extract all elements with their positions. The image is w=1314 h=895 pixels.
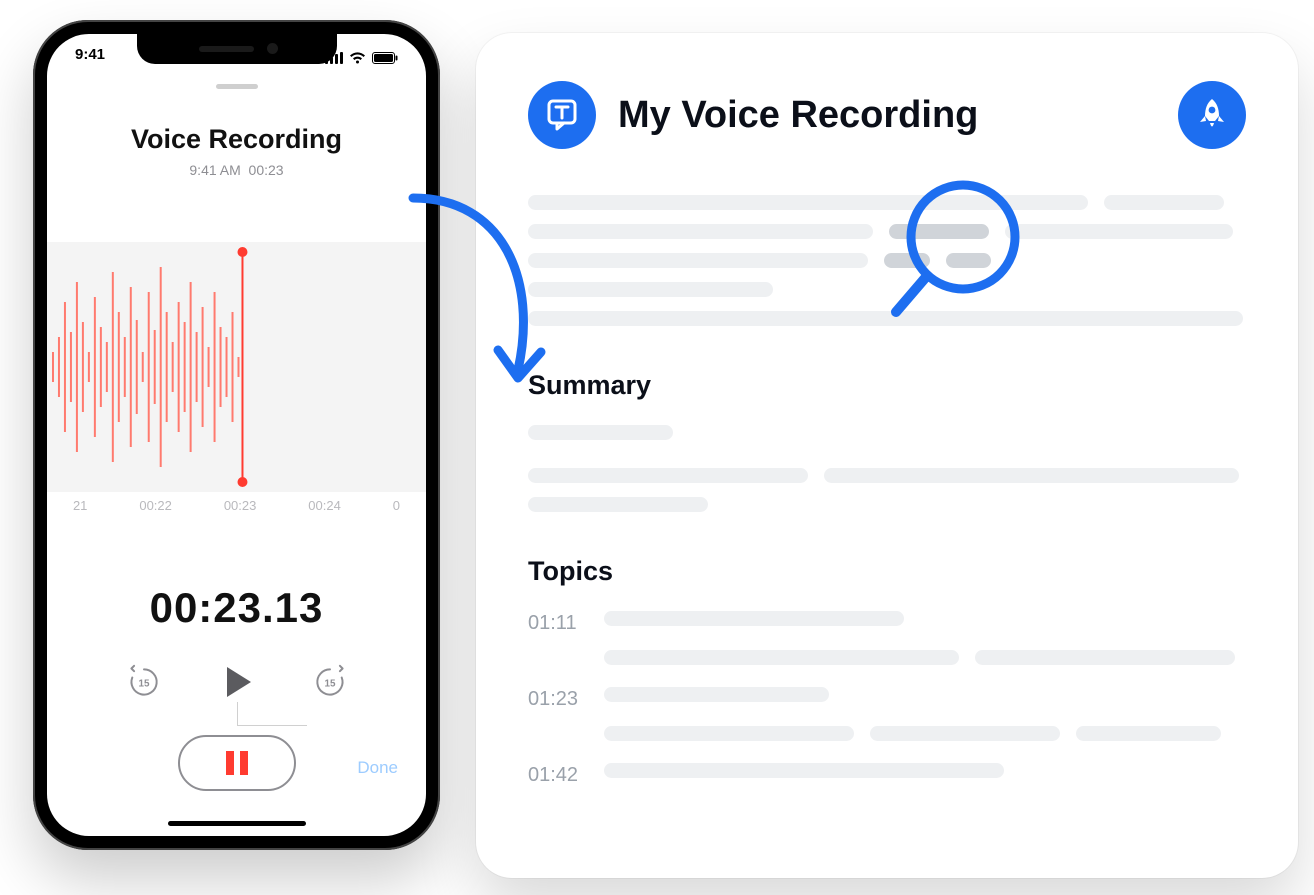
waveform-graphic <box>47 242 426 492</box>
card-title: My Voice Recording <box>618 94 1156 137</box>
divider <box>237 725 307 726</box>
topic-row[interactable]: 01:11 <box>528 611 1246 665</box>
phone-mockup: 9:41 Voice Recording 9:41 AM 00:23 <box>33 20 440 850</box>
summary-placeholder <box>528 425 1246 512</box>
topic-placeholder <box>604 763 1246 778</box>
divider <box>237 702 238 726</box>
recording-title: Voice Recording <box>47 124 426 155</box>
topic-timestamp: 01:23 <box>528 687 582 711</box>
app-logo-icon <box>528 81 596 149</box>
topic-row[interactable]: 01:42 <box>528 763 1246 787</box>
summary-heading: Summary <box>528 370 1246 401</box>
transport-controls: 15 15 <box>47 662 426 702</box>
transcript-preview <box>528 195 1246 326</box>
svg-text:15: 15 <box>138 679 149 690</box>
waveform-area[interactable] <box>47 242 426 492</box>
topic-row[interactable]: 01:23 <box>528 687 1246 741</box>
skip-back-15-button[interactable]: 15 <box>126 664 162 700</box>
play-button[interactable] <box>217 662 257 702</box>
pause-button[interactable] <box>178 735 296 791</box>
status-time: 9:41 <box>75 46 105 70</box>
topic-timestamp: 01:11 <box>528 611 582 635</box>
recording-subtitle: 9:41 AM 00:23 <box>47 162 426 178</box>
rocket-icon[interactable] <box>1178 81 1246 149</box>
card-header: My Voice Recording <box>528 81 1246 149</box>
topic-timestamp: 01:42 <box>528 763 582 787</box>
battery-icon <box>372 52 398 64</box>
phone-notch <box>137 34 337 64</box>
done-button[interactable]: Done <box>357 758 398 778</box>
topics-heading: Topics <box>528 556 1246 587</box>
topic-placeholder <box>604 687 1246 741</box>
phone-screen: 9:41 Voice Recording 9:41 AM 00:23 <box>47 34 426 836</box>
topic-placeholder <box>604 611 1246 665</box>
home-indicator[interactable] <box>168 821 306 826</box>
wifi-icon <box>349 52 366 64</box>
elapsed-time: 00:23.13 <box>47 584 426 632</box>
skip-forward-15-button[interactable]: 15 <box>312 664 348 700</box>
transcript-card: My Voice Recording Summary <box>476 33 1298 878</box>
svg-text:15: 15 <box>324 679 335 690</box>
waveform-ticks: 21 00:22 00:23 00:24 0 <box>47 492 426 522</box>
sheet-grabber[interactable] <box>216 84 258 89</box>
